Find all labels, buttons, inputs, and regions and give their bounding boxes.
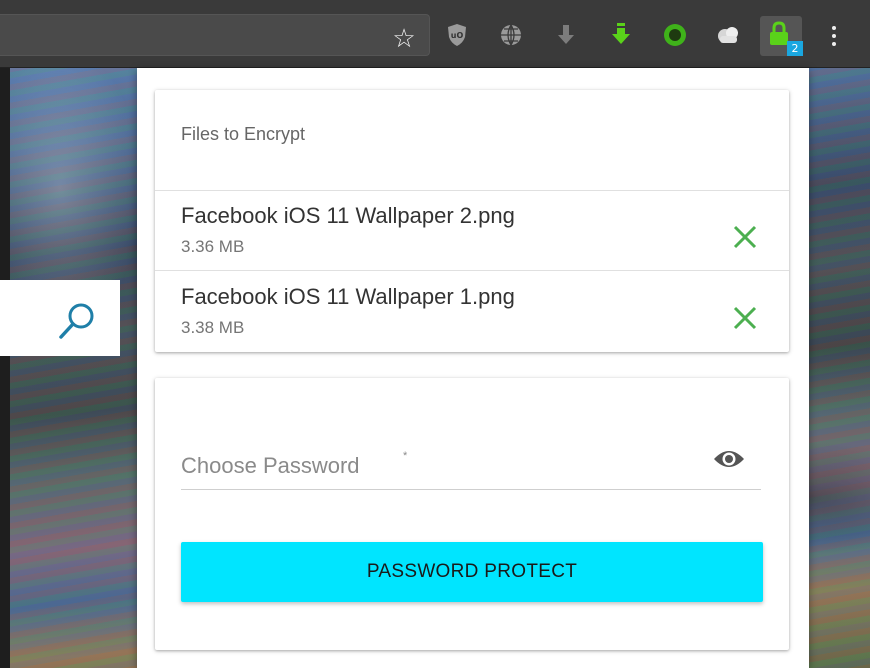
remove-file-button[interactable] [731, 304, 759, 332]
page-search-box[interactable] [0, 280, 120, 356]
lock-badge-count: 2 [787, 41, 803, 56]
page-edge [0, 68, 10, 668]
file-size: 3.36 MB [181, 237, 245, 256]
show-password-button[interactable] [711, 444, 747, 476]
search-icon[interactable] [56, 300, 98, 342]
close-icon [733, 225, 757, 249]
password-card: * PASSWORD PROTECT [155, 378, 789, 650]
cloud-icon[interactable] [715, 22, 741, 48]
download-green-icon[interactable] [608, 22, 634, 48]
address-bar[interactable] [0, 14, 430, 56]
close-icon [733, 306, 757, 330]
more-vert-icon[interactable] [824, 22, 844, 50]
file-name: Facebook iOS 11 Wallpaper 2.png [181, 203, 515, 228]
files-title: Files to Encrypt [181, 124, 306, 144]
encrypt-popup: Files to Encrypt Facebook iOS 11 Wallpap… [137, 68, 809, 668]
green-circle-icon[interactable] [662, 22, 688, 48]
file-size: 3.38 MB [181, 318, 245, 337]
files-card: Files to Encrypt Facebook iOS 11 Wallpap… [155, 90, 789, 352]
password-input[interactable] [181, 444, 701, 488]
list-item: Facebook iOS 11 Wallpaper 2.png 3.36 MB [155, 191, 789, 271]
file-name: Facebook iOS 11 Wallpaper 1.png [181, 284, 515, 309]
files-header: Files to Encrypt [155, 90, 789, 191]
eye-icon [714, 451, 744, 467]
download-grey-icon[interactable] [553, 22, 579, 48]
star-icon[interactable]: ☆ [388, 22, 420, 54]
list-item: Facebook iOS 11 Wallpaper 1.png 3.38 MB [155, 272, 789, 352]
required-mark: * [403, 450, 408, 462]
ublock-origin-icon[interactable]: uO [444, 22, 470, 48]
svg-text:uO: uO [451, 31, 464, 40]
password-protect-button[interactable]: PASSWORD PROTECT [181, 542, 763, 602]
password-field: * [181, 444, 761, 490]
remove-file-button[interactable] [731, 223, 759, 251]
globe-icon[interactable] [498, 22, 524, 48]
browser-toolbar: ☆ uO 2 [0, 0, 870, 68]
